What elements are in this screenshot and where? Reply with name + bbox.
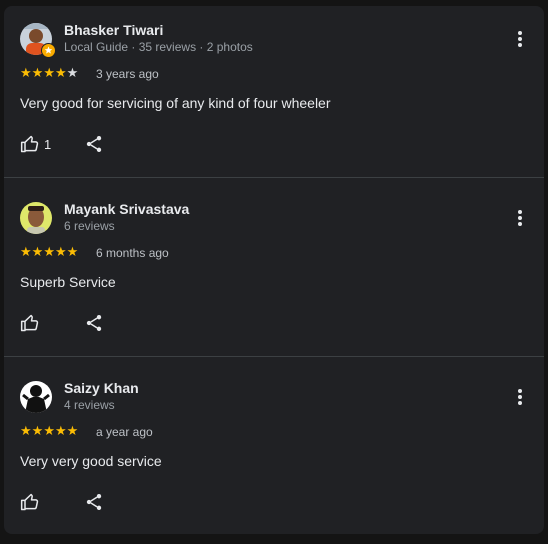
divider [4,356,544,357]
more-options-icon[interactable] [512,29,528,49]
review-card: Bhasker Tiwari Local Guide · 35 reviews … [4,6,544,176]
review-time: a year ago [96,425,153,439]
star-filled-icon: ★ [43,244,55,259]
avatar[interactable] [20,202,52,234]
reviewer-meta: 6 reviews [64,219,115,233]
star-rating: ★★★★★ [20,244,78,260]
local-guide-badge-icon [41,43,56,58]
star-filled-icon: ★ [66,244,79,259]
review-time: 3 years ago [96,67,159,81]
star-filled-icon: ★ [54,244,67,259]
reviewer-name[interactable]: Mayank Srivastava [64,201,189,217]
divider [4,177,544,178]
star-filled-icon: ★ [20,65,32,80]
reviewer-meta: 4 reviews [64,398,115,412]
reviewer-meta: Local Guide · 35 reviews · 2 photos [64,40,253,54]
more-options-icon[interactable] [512,208,528,228]
star-rating: ★★★★★ [20,65,78,81]
reviewer-name[interactable]: Bhasker Tiwari [64,22,163,38]
star-empty-icon: ★ [66,65,79,80]
like-count: 1 [44,137,52,152]
avatar[interactable] [20,381,52,413]
star-filled-icon: ★ [66,423,79,438]
share-icon[interactable] [84,492,104,512]
share-icon[interactable] [84,134,104,154]
star-filled-icon: ★ [43,423,55,438]
star-filled-icon: ★ [31,65,44,80]
star-filled-icon: ★ [31,423,44,438]
star-filled-icon: ★ [54,65,67,80]
thumb-up-icon[interactable] [20,492,40,512]
review-card: Mayank Srivastava 6 reviews ★★★★★ 6 mont… [4,185,544,355]
share-icon[interactable] [84,313,104,333]
star-filled-icon: ★ [20,423,32,438]
review-text: Very very good service [20,453,162,469]
reviews-panel: Bhasker Tiwari Local Guide · 35 reviews … [4,6,544,534]
review-card: Saizy Khan 4 reviews ★★★★★ a year ago Ve… [4,364,544,534]
review-text: Superb Service [20,274,116,290]
star-filled-icon: ★ [43,65,55,80]
more-options-icon[interactable] [512,387,528,407]
star-filled-icon: ★ [31,244,44,259]
star-rating: ★★★★★ [20,423,78,439]
review-text: Very good for servicing of any kind of f… [20,95,331,111]
thumb-up-icon[interactable] [20,134,40,154]
review-time: 6 months ago [96,246,169,260]
star-filled-icon: ★ [54,423,67,438]
thumb-up-icon[interactable] [20,313,40,333]
star-filled-icon: ★ [20,244,32,259]
reviewer-name[interactable]: Saizy Khan [64,380,139,396]
